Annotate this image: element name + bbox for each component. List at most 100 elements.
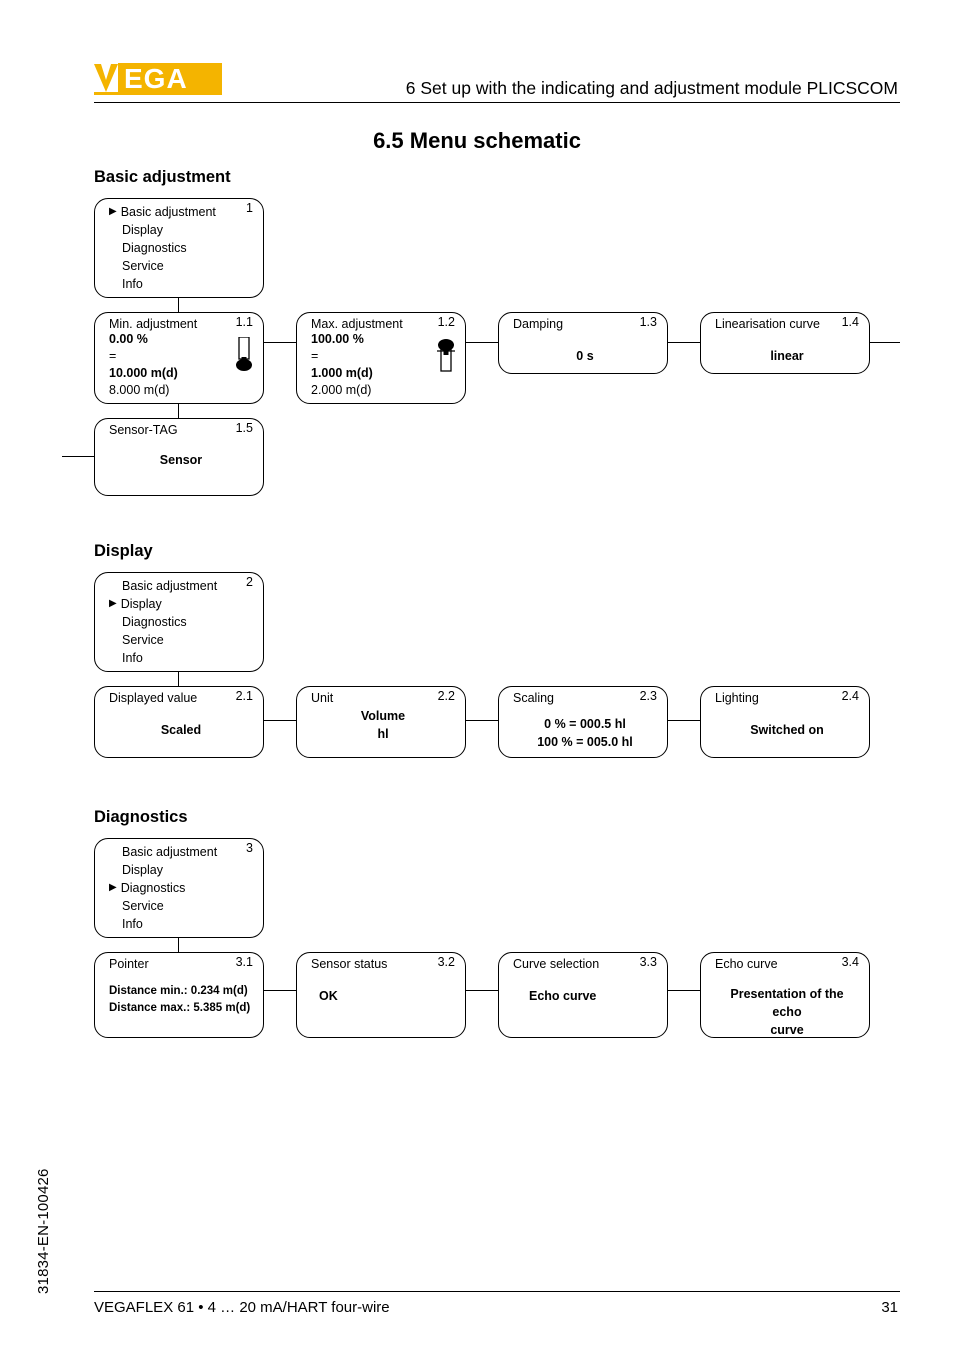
menu-item: Service (109, 257, 253, 275)
card-sensor-status: 3.2 Sensor status OK (296, 952, 466, 1038)
value: Volume (311, 707, 455, 725)
connector (264, 720, 296, 721)
card-number: 2.3 (640, 689, 657, 703)
connector (466, 720, 498, 721)
card-lighting: 2.4 Lighting Switched on (700, 686, 870, 758)
connector (668, 342, 700, 343)
value: 2.000 m(d) (311, 382, 455, 399)
menu-item: Info (109, 275, 253, 293)
header-rule (94, 102, 900, 103)
menu-item: ▶Diagnostics (109, 879, 253, 897)
card-title: Displayed value (109, 691, 253, 705)
value: linear (715, 349, 859, 363)
value: Distance max.: 5.385 m(d) (109, 1000, 253, 1017)
menu-item: ▶Display (109, 595, 253, 613)
connector (178, 298, 179, 312)
menu-item: Diagnostics (109, 239, 253, 257)
menu-card-basic: 1 ▶Basic adjustment Display Diagnostics … (94, 198, 264, 298)
menu-item: Info (109, 915, 253, 933)
connector (466, 342, 498, 343)
card-title: Sensor status (311, 957, 455, 971)
menu-card-diagnostics: 3 Basic adjustment Display ▶Diagnostics … (94, 838, 264, 938)
menu-item: Basic adjustment (109, 577, 253, 595)
value: Scaled (109, 723, 253, 737)
value: Presentation of the echo (715, 985, 859, 1021)
connector (668, 720, 700, 721)
menu-item: ▶Basic adjustment (109, 203, 253, 221)
value: 100 % = 005.0 hl (513, 733, 657, 751)
card-title: Damping (513, 317, 657, 331)
menu-item: Display (109, 221, 253, 239)
card-number: 2.2 (438, 689, 455, 703)
display-heading: Display (94, 542, 153, 561)
connector (178, 938, 179, 952)
document-code: 31834-EN-100426 (35, 1168, 52, 1294)
card-number: 1.3 (640, 315, 657, 329)
card-title: Linearisation curve (715, 317, 859, 331)
value: 100.00 % (311, 331, 455, 348)
value: = (311, 348, 455, 365)
connector (178, 672, 179, 686)
value: Sensor (109, 453, 253, 467)
card-min-adjustment: 1.1 Min. adjustment 0.00 % = 10.000 m(d)… (94, 312, 264, 404)
connector (668, 990, 700, 991)
value: 8.000 m(d) (109, 382, 253, 399)
card-title: Echo curve (715, 957, 859, 971)
connector (178, 404, 179, 418)
chapter-title: 6 Set up with the indicating and adjustm… (406, 78, 898, 99)
card-title: Lighting (715, 691, 859, 705)
card-linearisation: 1.4 Linearisation curve linear (700, 312, 870, 374)
card-title: Max. adjustment (311, 317, 455, 331)
value: hl (311, 725, 455, 743)
card-number: 3 (246, 841, 253, 855)
card-max-adjustment: 1.2 Max. adjustment 100.00 % = 1.000 m(d… (296, 312, 466, 404)
value: 1.000 m(d) (311, 365, 455, 382)
card-scaling: 2.3 Scaling 0 % = 000.5 hl 100 % = 005.0… (498, 686, 668, 758)
menu-item: Diagnostics (109, 613, 253, 631)
triangle-icon: ▶ (109, 203, 117, 221)
card-number: 1.4 (842, 315, 859, 329)
connector (264, 990, 296, 991)
value: 0 s (513, 349, 657, 363)
card-number: 2 (246, 575, 253, 589)
card-sensor-tag: 1.5 Sensor-TAG Sensor (94, 418, 264, 496)
slider-max-icon (435, 337, 457, 373)
menu-card-display: 2 Basic adjustment ▶Display Diagnostics … (94, 572, 264, 672)
menu-item: Service (109, 897, 253, 915)
basic-adjustment-heading: Basic adjustment (94, 168, 231, 187)
value: Switched on (715, 723, 859, 737)
card-unit: 2.2 Unit Volume hl (296, 686, 466, 758)
svg-text:EGA: EGA (124, 63, 188, 94)
card-number: 1.2 (438, 315, 455, 329)
value: Distance min.: 0.234 m(d) (109, 983, 253, 1000)
menu-item: Display (109, 861, 253, 879)
footer-rule (94, 1291, 900, 1292)
card-title: Pointer (109, 957, 253, 971)
triangle-icon: ▶ (109, 879, 117, 897)
card-title: Min. adjustment (109, 317, 253, 331)
card-damping: 1.3 Damping 0 s (498, 312, 668, 374)
card-number: 3.3 (640, 955, 657, 969)
connector (870, 342, 900, 343)
card-number: 2.4 (842, 689, 859, 703)
card-number: 3.4 (842, 955, 859, 969)
card-number: 3.1 (236, 955, 253, 969)
card-curve-selection: 3.3 Curve selection Echo curve (498, 952, 668, 1038)
triangle-icon: ▶ (109, 595, 117, 613)
vega-logo: EGA (94, 58, 222, 98)
card-title: Curve selection (513, 957, 657, 971)
card-pointer: 3.1 Pointer Distance min.: 0.234 m(d) Di… (94, 952, 264, 1038)
value: Echo curve (513, 989, 657, 1003)
page-number: 31 (881, 1299, 898, 1316)
card-number: 1.1 (236, 315, 253, 329)
value: 10.000 m(d) (109, 365, 253, 382)
card-number: 2.1 (236, 689, 253, 703)
card-title: Sensor-TAG (109, 423, 253, 437)
card-number: 1.5 (236, 421, 253, 435)
card-displayed-value: 2.1 Displayed value Scaled (94, 686, 264, 758)
card-title: Unit (311, 691, 455, 705)
connector (264, 342, 296, 343)
card-number: 3.2 (438, 955, 455, 969)
card-number: 1 (246, 201, 253, 215)
diagnostics-heading: Diagnostics (94, 808, 188, 827)
